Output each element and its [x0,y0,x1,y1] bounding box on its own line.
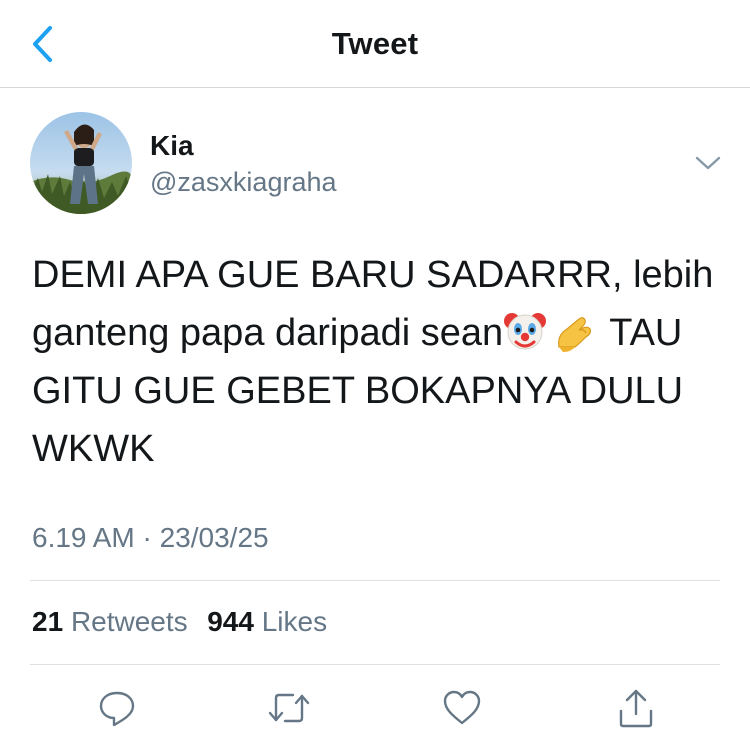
retweets-label[interactable]: Retweets [71,606,188,637]
avatar-photo [30,112,132,214]
tweet-line: ganteng papa daripadi sean TAU [32,304,732,362]
chevron-down-icon [695,156,721,170]
tweet-actions-bar [0,684,750,734]
retweets-count[interactable]: 21 [32,606,63,637]
top-navigation-bar: Tweet [0,0,750,88]
tweet-timestamp[interactable]: 6.19 AM · 23/03/25 [32,522,269,554]
page-title: Tweet [331,26,419,61]
like-button[interactable] [438,684,486,732]
reply-icon [99,691,135,727]
divider [30,664,720,665]
tweet-line-text: ganteng papa daripadi sean [32,312,504,354]
divider [30,580,720,581]
retweet-icon [268,693,310,723]
tweet-line-text: TAU [609,312,683,354]
avatar[interactable] [30,112,132,214]
tweet-line: GITU GUE GEBET BOKAPNYA DULU [32,370,684,412]
tweet-stats: 21 Retweets 944 Likes [32,606,327,638]
retweet-button[interactable] [265,684,313,732]
likes-count[interactable]: 944 [207,606,254,637]
pinching-hand-emoji [558,317,592,352]
author-handle[interactable]: @zasxkiagraha [150,167,337,198]
share-icon [619,689,653,728]
like-icon [443,690,481,725]
tweet-text: DEMI APA GUE BARU SADARRR, lebih ganteng… [32,246,732,478]
clown-face-emoji [504,313,547,350]
tweet-line: WKWK [32,428,155,470]
share-button[interactable] [612,684,660,732]
reply-button[interactable] [93,684,141,732]
more-options-button[interactable] [690,150,726,176]
likes-label[interactable]: Likes [262,606,327,637]
author-display-name[interactable]: Kia [150,130,194,162]
tweet-line: DEMI APA GUE BARU SADARRR, lebih [32,254,714,296]
